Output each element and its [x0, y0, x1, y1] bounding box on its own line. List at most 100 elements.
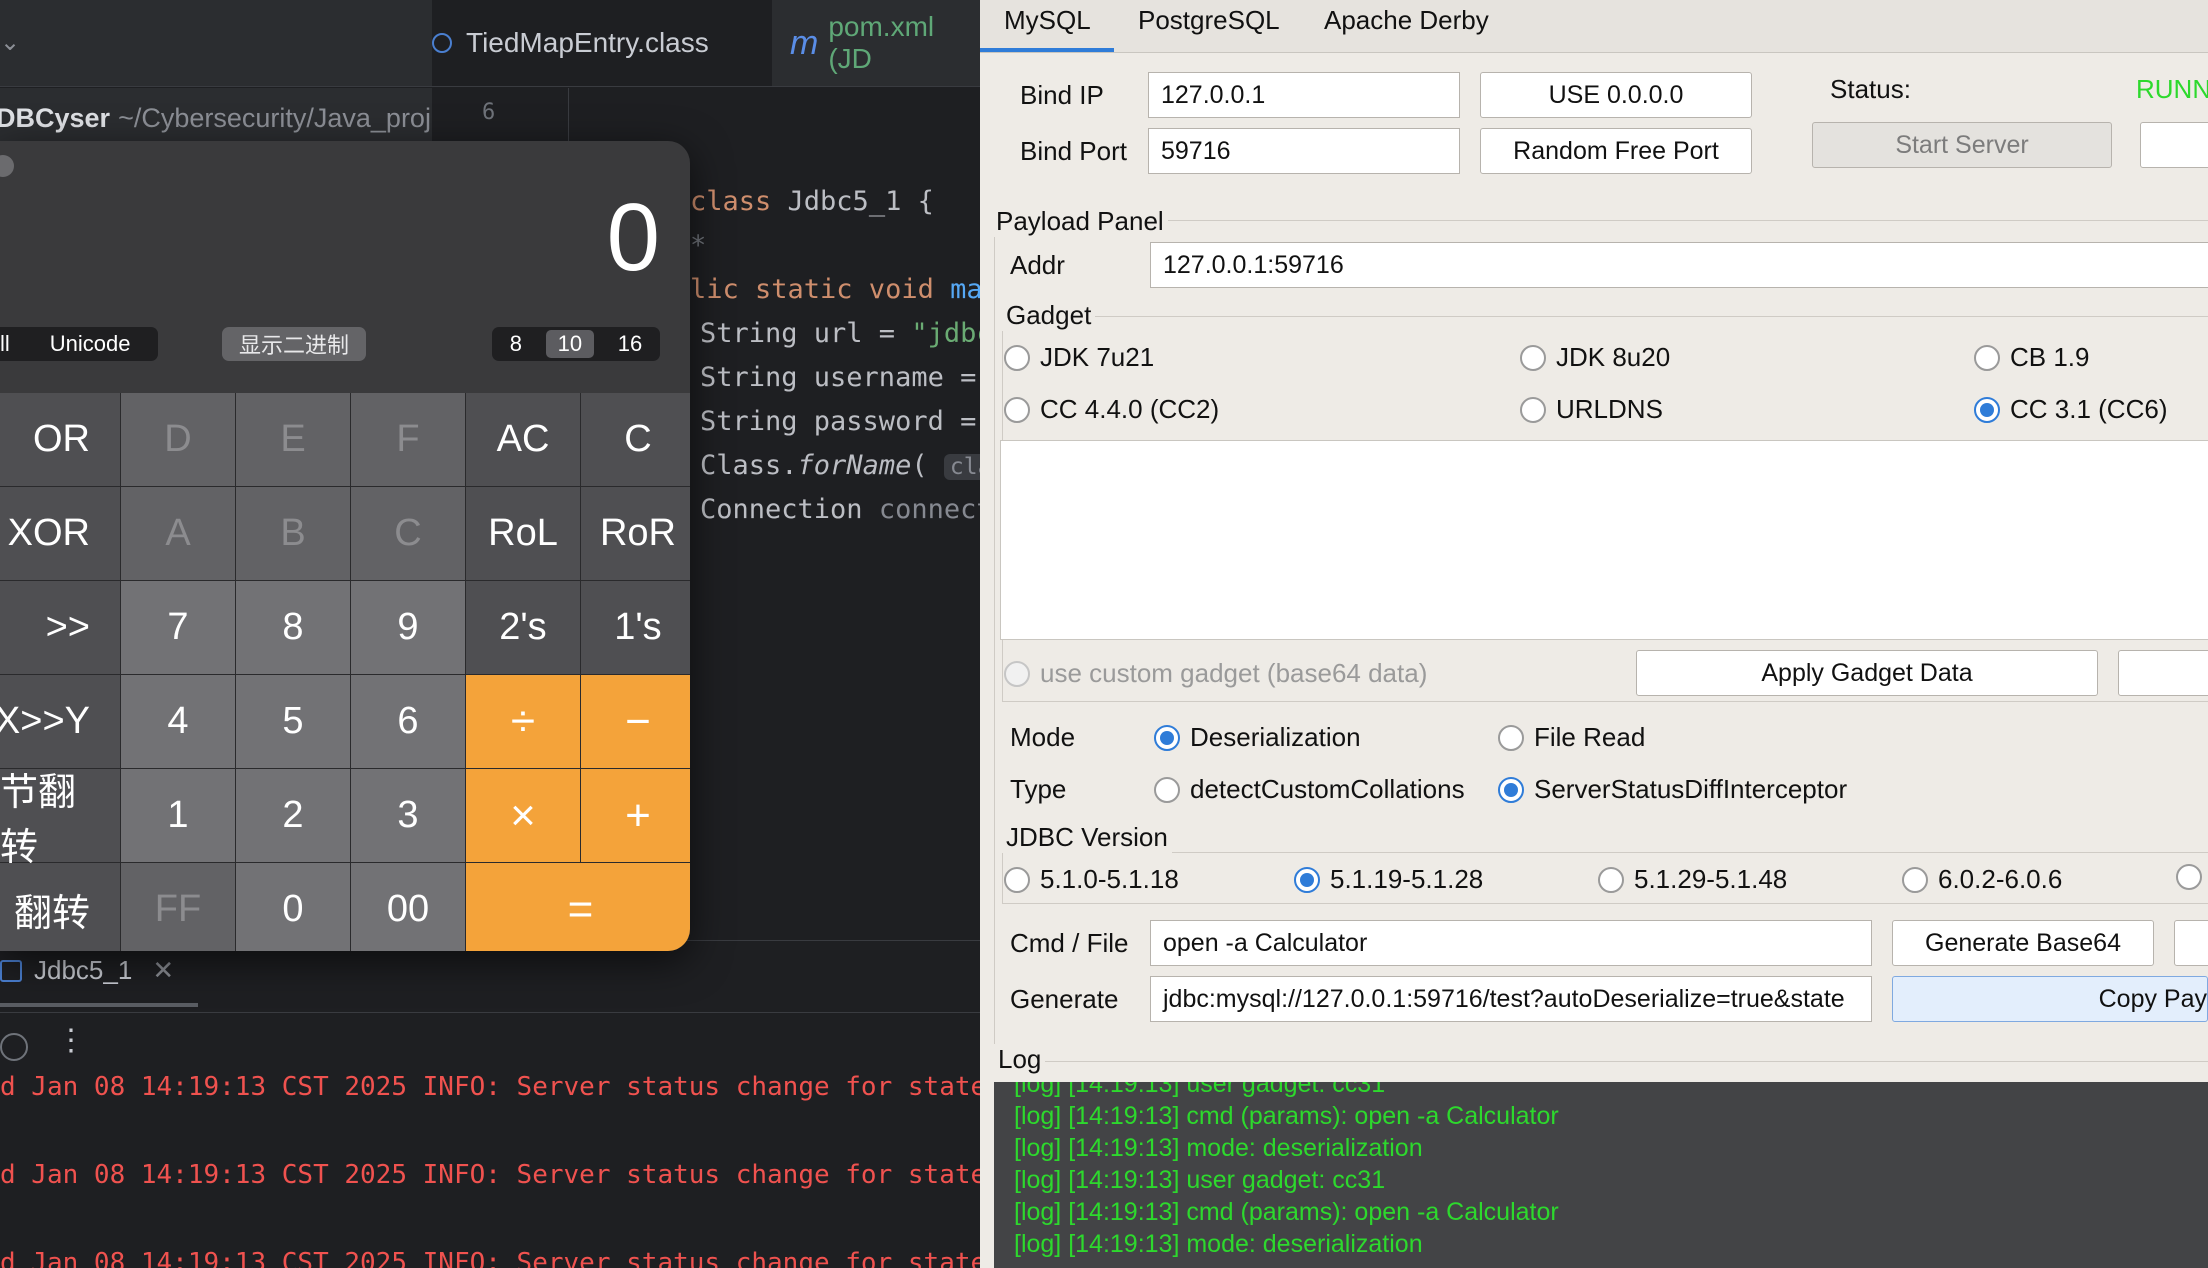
random-free-port-button[interactable]: Random Free Port [1480, 128, 1752, 174]
key-d[interactable]: D [121, 393, 235, 486]
chevron-down-icon[interactable]: ⌄ [0, 28, 20, 57]
base-option-10[interactable]: 10 [545, 330, 595, 358]
base-option-8[interactable]: 8 [498, 330, 534, 358]
encoding-selector[interactable]: ll Unicode [0, 327, 158, 361]
encoding-option[interactable]: Unicode [38, 330, 143, 358]
generated-url-input[interactable]: jdbc:mysql://127.0.0.1:59716/test?autoDe… [1150, 976, 1872, 1022]
key-divide[interactable]: ÷ [466, 675, 580, 768]
mode-radio-deserialization[interactable]: Deserialization [1154, 722, 1361, 753]
gadget-radio-urldns[interactable]: URLDNS [1520, 394, 1663, 425]
tab-apache-derby[interactable]: Apache Derby [1324, 0, 1489, 52]
radio-icon [1004, 866, 1030, 893]
show-binary-button[interactable]: 显示二进制 [222, 327, 366, 361]
log-panel[interactable]: [log] [14:19:13] user gadget: cc31 [log]… [994, 1082, 2208, 1268]
extra-button[interactable] [2174, 920, 2208, 966]
console-line: d Jan 08 14:19:13 CST 2025 INFO: Server … [0, 1248, 980, 1268]
type-radio-server-status-diff[interactable]: ServerStatusDiffInterceptor [1498, 774, 1847, 805]
key-multiply[interactable]: × [466, 769, 580, 862]
key-e[interactable]: E [236, 393, 350, 486]
key-minus[interactable]: − [581, 675, 690, 768]
tab-mysql[interactable]: MySQL [980, 0, 1114, 52]
key-word-flip[interactable]: 翻转 [0, 863, 120, 951]
code-text: String url = [700, 318, 912, 349]
key-rol[interactable]: RoL [466, 487, 580, 580]
custom-gadget-checkbox[interactable]: use custom gadget (base64 data) [1004, 658, 1427, 689]
jdbc-radio-6-0-2[interactable]: 6.0.2-6.0.6 [1902, 864, 2062, 895]
generate-base64-button[interactable]: Generate Base64 [1892, 920, 2154, 966]
code-line[interactable]: Class.forName( class [700, 450, 980, 481]
key-9[interactable]: 9 [351, 581, 465, 674]
project-tree-root[interactable]: DBCyser ~/Cybersecurity/Java_proj [0, 88, 432, 148]
jdbc-radio-5-1-0[interactable]: 5.1.0-5.1.18 [1004, 864, 1179, 895]
code-line[interactable]: class Jdbc5_1 { [690, 186, 934, 217]
use-all-interfaces-button[interactable]: USE 0.0.0.0 [1480, 72, 1752, 118]
tab-postgresql[interactable]: PostgreSQL [1138, 0, 1280, 52]
key-3[interactable]: 3 [351, 769, 465, 862]
key-plus[interactable]: + [581, 769, 690, 862]
key-7[interactable]: 7 [121, 581, 235, 674]
key-1[interactable]: 1 [121, 769, 235, 862]
key-equals[interactable]: = [466, 863, 690, 951]
key-x-shift-y[interactable]: X>>Y [0, 675, 120, 768]
gadget-radio-cc2[interactable]: CC 4.4.0 (CC2) [1004, 394, 1219, 425]
key-6[interactable]: 6 [351, 675, 465, 768]
code-line[interactable]: String url = "jdbc [700, 318, 980, 349]
base-selector[interactable]: 8 10 16 [492, 327, 660, 361]
gadget-radio-jdk7u21[interactable]: JDK 7u21 [1004, 342, 1154, 373]
display-value: 0 [606, 184, 660, 291]
key-ac[interactable]: AC [466, 393, 580, 486]
gadget-radio-cb19[interactable]: CB 1.9 [1974, 342, 2090, 373]
key-hex-c[interactable]: C [351, 487, 465, 580]
type-radio-detect-custom-collations[interactable]: detectCustomCollations [1154, 774, 1465, 805]
bind-port-input[interactable]: 59716 [1148, 128, 1460, 174]
base-option-16[interactable]: 16 [606, 330, 654, 358]
jdbc-radio-5-1-19[interactable]: 5.1.19-5.1.28 [1294, 864, 1483, 895]
gadget-radio-jdk8u20[interactable]: JDK 8u20 [1520, 342, 1670, 373]
key-byte-flip[interactable]: 节翻转 [0, 769, 120, 869]
key-4[interactable]: 4 [121, 675, 235, 768]
start-server-button[interactable]: Start Server [1812, 122, 2112, 168]
stop-server-button[interactable] [2140, 122, 2208, 168]
tab-tiedmapentry[interactable]: TiedMapEntry.class [432, 0, 772, 86]
close-icon[interactable]: ✕ [152, 955, 174, 986]
addr-input[interactable]: 127.0.0.1:59716 [1150, 242, 2208, 288]
key-shift-right[interactable]: >> [0, 581, 120, 674]
radio-icon [1598, 866, 1624, 893]
jdbc-radio-5-1-29[interactable]: 5.1.29-5.1.48 [1598, 864, 1787, 895]
code-line[interactable]: Connection connect [700, 494, 980, 525]
key-a[interactable]: A [121, 487, 235, 580]
code-line[interactable]: String username = [700, 362, 976, 393]
key-0[interactable]: 0 [236, 863, 350, 951]
code-line[interactable]: lic static void mai [690, 274, 980, 305]
key-b[interactable]: B [236, 487, 350, 580]
key-twos-complement[interactable]: 2's [466, 581, 580, 674]
gadget-data-textarea[interactable] [1000, 440, 2208, 640]
key-00[interactable]: 00 [351, 863, 465, 951]
key-ror[interactable]: RoR [581, 487, 690, 580]
apply-gadget-data-button[interactable]: Apply Gadget Data [1636, 650, 2098, 696]
key-8[interactable]: 8 [236, 581, 350, 674]
more-options-icon[interactable]: ⋮ [56, 1023, 86, 1058]
mode-radio-file-read[interactable]: File Read [1498, 722, 1645, 753]
key-ff[interactable]: FF [121, 863, 235, 951]
run-tab-jdbc5[interactable]: Jdbc5_1 ✕ [0, 955, 174, 986]
copy-payload-button[interactable]: Copy Pay [1892, 976, 2208, 1022]
status-label: Status: [1830, 74, 1911, 104]
key-f[interactable]: F [351, 393, 465, 486]
clear-gadget-button[interactable] [2118, 650, 2208, 696]
code-line[interactable]: String password = [700, 406, 976, 437]
key-ones-complement[interactable]: 1's [581, 581, 690, 674]
encoding-option[interactable]: ll [0, 330, 22, 358]
tab-pom-xml[interactable]: m pom.xml (JD [790, 0, 980, 86]
jdbc-radio-next[interactable] [2176, 864, 2208, 890]
key-2[interactable]: 2 [236, 769, 350, 862]
key-c[interactable]: C [581, 393, 690, 486]
key-or[interactable]: OR [0, 393, 120, 486]
cmd-input[interactable]: open -a Calculator [1150, 920, 1872, 966]
key-xor[interactable]: XOR [0, 487, 120, 580]
gadget-radio-cc6[interactable]: CC 3.1 (CC6) [1974, 394, 2167, 425]
key-5[interactable]: 5 [236, 675, 350, 768]
debug-icon[interactable] [0, 1033, 28, 1061]
code-line[interactable]: * [690, 230, 706, 261]
bind-ip-input[interactable]: 127.0.0.1 [1148, 72, 1460, 118]
